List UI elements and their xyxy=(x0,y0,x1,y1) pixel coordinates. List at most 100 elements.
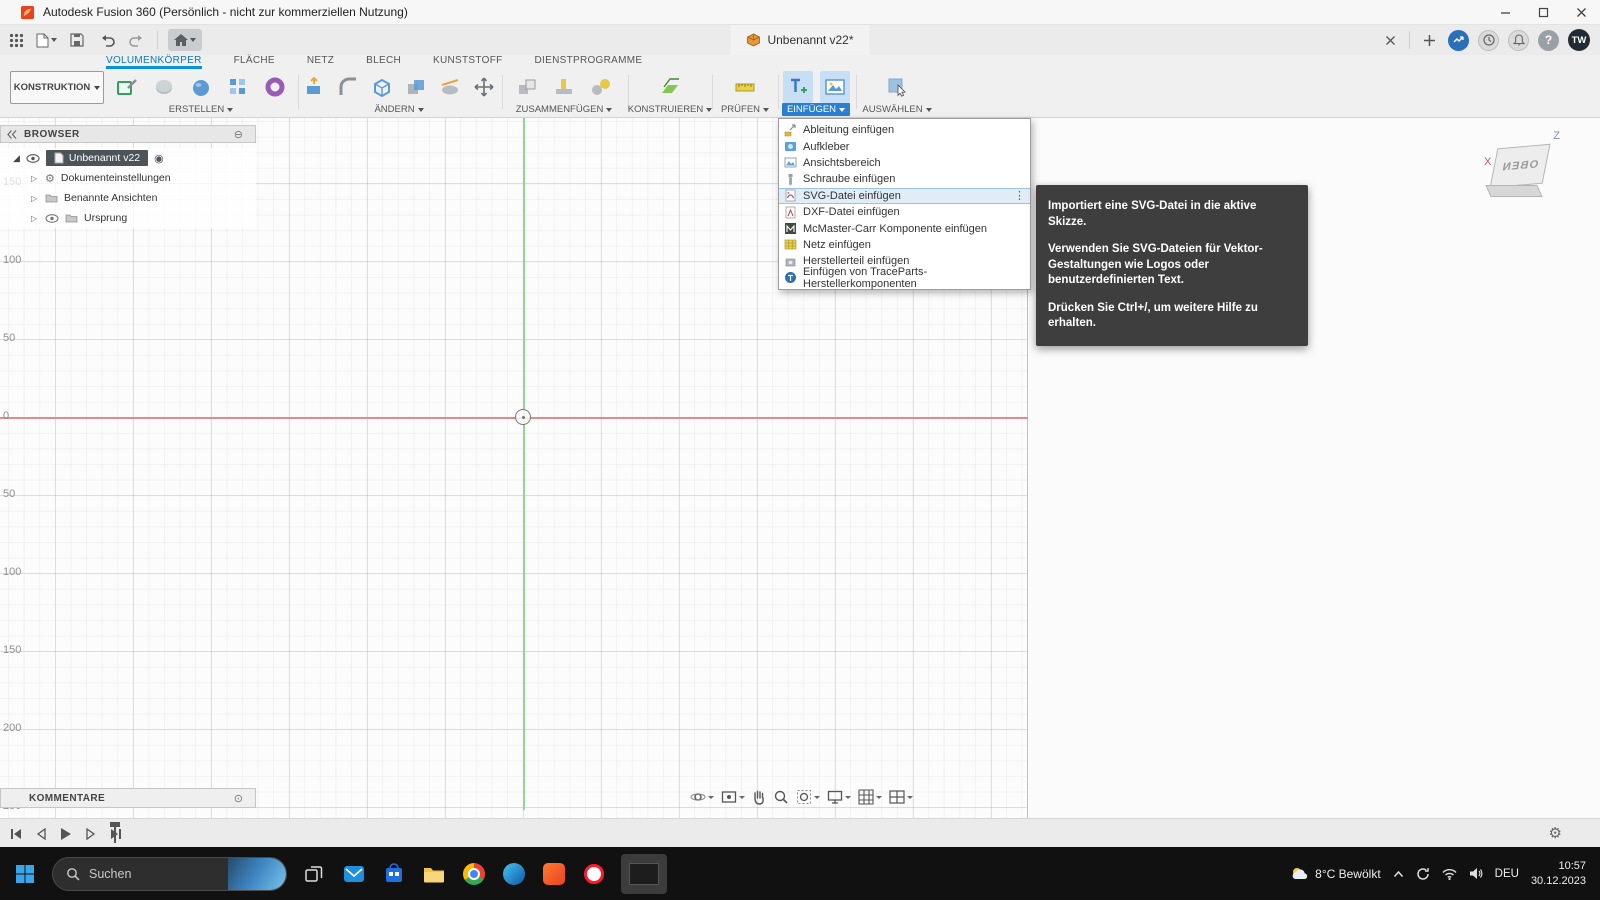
browser-header[interactable]: BROWSER ⊖ xyxy=(0,125,256,143)
clock-widget[interactable]: 10:57 30.12.2023 xyxy=(1531,859,1586,888)
timeline-skip-start-button[interactable] xyxy=(8,826,24,842)
document-tab[interactable]: Unbenannt v22* xyxy=(730,25,869,55)
tab-kunststoff[interactable]: KUNSTSTOFF xyxy=(433,55,502,69)
volume-icon[interactable] xyxy=(1469,867,1483,880)
konstruktion-dropdown[interactable]: KONSTRUKTION xyxy=(10,71,104,104)
clock-icon[interactable] xyxy=(1478,30,1499,51)
home-view-button[interactable] xyxy=(168,29,202,51)
maximize-button[interactable] xyxy=(1524,0,1562,25)
expand-icon[interactable]: ▷ xyxy=(31,194,39,203)
menu-item-svg-datei-einfuegen[interactable]: SVG-Datei einfügen ⋮ xyxy=(779,188,1030,204)
timeline-settings-gear-icon[interactable]: ⚙ xyxy=(1549,824,1562,842)
menu-item-ableitung-einfuegen[interactable]: Ableitung einfügen xyxy=(779,122,1030,138)
tree-row-benannte-ansichten[interactable]: ▷ Benannte Ansichten xyxy=(0,188,256,208)
more-options-icon[interactable]: ⋮ xyxy=(1014,189,1025,202)
auswaehlen-dropdown[interactable]: AUSWÄHLEN xyxy=(857,103,936,116)
grid-settings-icon[interactable] xyxy=(856,787,884,807)
as-built-joint-icon[interactable] xyxy=(586,71,616,103)
tree-row-root[interactable]: ◢ Unbenannt v22 ◉ xyxy=(0,148,256,168)
collapse-panel-icon[interactable] xyxy=(7,130,17,139)
browser-collapse-icon[interactable]: ⊖ xyxy=(234,128,243,141)
new-component-icon[interactable] xyxy=(512,71,542,103)
viewcube-front-face[interactable] xyxy=(1485,185,1542,197)
mail-icon[interactable] xyxy=(341,861,367,887)
measure-icon[interactable] xyxy=(730,71,760,103)
active-component[interactable]: Unbenannt v22 xyxy=(46,150,148,166)
chrome-icon[interactable] xyxy=(461,861,487,887)
timeline-step-back-button[interactable] xyxy=(33,826,49,842)
network-wifi-icon[interactable] xyxy=(1442,868,1457,880)
undo-button[interactable] xyxy=(97,29,117,51)
start-button[interactable] xyxy=(12,861,38,887)
pan-icon[interactable] xyxy=(750,787,768,807)
einfuegen-dropdown[interactable]: EINFÜGEN xyxy=(782,103,850,116)
move-icon[interactable] xyxy=(471,71,498,103)
tree-row-ursprung[interactable]: ▷ Ursprung xyxy=(0,208,256,228)
erstellen-dropdown[interactable]: ERSTELLEN xyxy=(164,103,238,116)
menu-item-dxf-datei-einfuegen[interactable]: DXF-Datei einfügen xyxy=(779,204,1030,220)
redo-button[interactable] xyxy=(127,29,147,51)
shell-icon[interactable] xyxy=(368,71,395,103)
menu-item-traceparts[interactable]: Einfügen von TraceParts-Herstellerkompon… xyxy=(779,270,1030,286)
comments-expand-icon[interactable]: ⊙ xyxy=(234,792,243,805)
menu-item-netz-einfuegen[interactable]: Netz einfügen xyxy=(779,237,1030,253)
bell-icon[interactable] xyxy=(1508,30,1529,51)
menu-item-aufkleber[interactable]: Aufkleber xyxy=(779,138,1030,154)
comments-panel[interactable]: KOMMENTARE ⊙ xyxy=(0,788,256,808)
create-sketch-icon[interactable] xyxy=(112,71,142,103)
zoom-icon[interactable] xyxy=(771,787,791,807)
fusion-360-icon[interactable] xyxy=(541,861,567,887)
tab-dienstprogramme[interactable]: DIENSTPROGRAMME xyxy=(535,55,643,69)
visibility-eye-icon[interactable] xyxy=(45,214,59,223)
construction-plane-icon[interactable] xyxy=(655,71,685,103)
form-icon[interactable] xyxy=(149,71,179,103)
select-icon[interactable] xyxy=(882,71,912,103)
combine-icon[interactable] xyxy=(403,71,430,103)
job-status-button[interactable] xyxy=(1448,30,1469,51)
expand-icon[interactable]: ▷ xyxy=(31,174,39,183)
menu-item-ansichtsbereich[interactable]: Ansichtsbereich xyxy=(779,155,1030,171)
edge-icon[interactable] xyxy=(501,861,527,887)
display-settings-icon[interactable] xyxy=(825,787,853,807)
hidden-icons-chevron-icon[interactable] xyxy=(1393,870,1404,878)
help-button[interactable]: ? xyxy=(1538,30,1559,51)
task-view-button[interactable] xyxy=(301,861,327,887)
tab-blech[interactable]: BLECH xyxy=(366,55,401,69)
menu-item-schraube-einfuegen[interactable]: Schraube einfügen xyxy=(779,171,1030,187)
split-icon[interactable] xyxy=(437,71,464,103)
keyboard-language[interactable]: DEU xyxy=(1495,868,1519,880)
avatar[interactable]: TW xyxy=(1568,29,1590,51)
viewcube-top-face[interactable]: OBEN xyxy=(1489,144,1550,188)
menu-item-mcmaster-carr[interactable]: McMaster-Carr Komponente einfügen xyxy=(779,220,1030,236)
sphere-icon[interactable] xyxy=(186,71,216,103)
pruefen-dropdown[interactable]: PRÜFEN xyxy=(716,103,774,116)
viewports-icon[interactable] xyxy=(887,787,915,807)
visibility-eye-icon[interactable] xyxy=(26,154,40,163)
close-button[interactable] xyxy=(1562,0,1600,25)
tab-flaeche[interactable]: FLÄCHE xyxy=(234,55,275,69)
minimize-button[interactable] xyxy=(1486,0,1524,25)
create-form-icon[interactable] xyxy=(260,71,290,103)
new-document-button[interactable] xyxy=(1419,29,1439,51)
record-icon[interactable]: ◉ xyxy=(154,152,164,165)
file-menu-button[interactable] xyxy=(36,29,57,51)
timeline-step-forward-button[interactable] xyxy=(83,826,99,842)
close-document-icon[interactable] xyxy=(1380,29,1400,51)
sync-icon[interactable] xyxy=(1416,867,1430,881)
opera-icon[interactable] xyxy=(581,861,607,887)
expand-icon[interactable]: ▷ xyxy=(31,214,39,223)
konstruieren-dropdown[interactable]: KONSTRUIEREN xyxy=(623,103,717,116)
joint-icon[interactable] xyxy=(549,71,579,103)
search-input[interactable]: Suchen xyxy=(52,857,287,891)
fit-icon[interactable] xyxy=(794,787,822,807)
look-at-icon[interactable] xyxy=(719,787,747,807)
save-button[interactable] xyxy=(67,29,87,51)
fillet-icon[interactable] xyxy=(334,71,361,103)
weather-widget[interactable]: 8°C Bewölkt xyxy=(1291,866,1381,882)
aendern-dropdown[interactable]: ÄNDERN xyxy=(369,103,428,116)
timeline-skip-end-button[interactable] xyxy=(108,826,124,842)
tree-row-dokumenteinstellungen[interactable]: ▷ ⚙ Dokumenteinstellungen xyxy=(0,168,256,188)
press-pull-icon[interactable] xyxy=(300,71,327,103)
pattern-icon[interactable] xyxy=(223,71,253,103)
timeline-marker-handle[interactable] xyxy=(114,823,116,843)
